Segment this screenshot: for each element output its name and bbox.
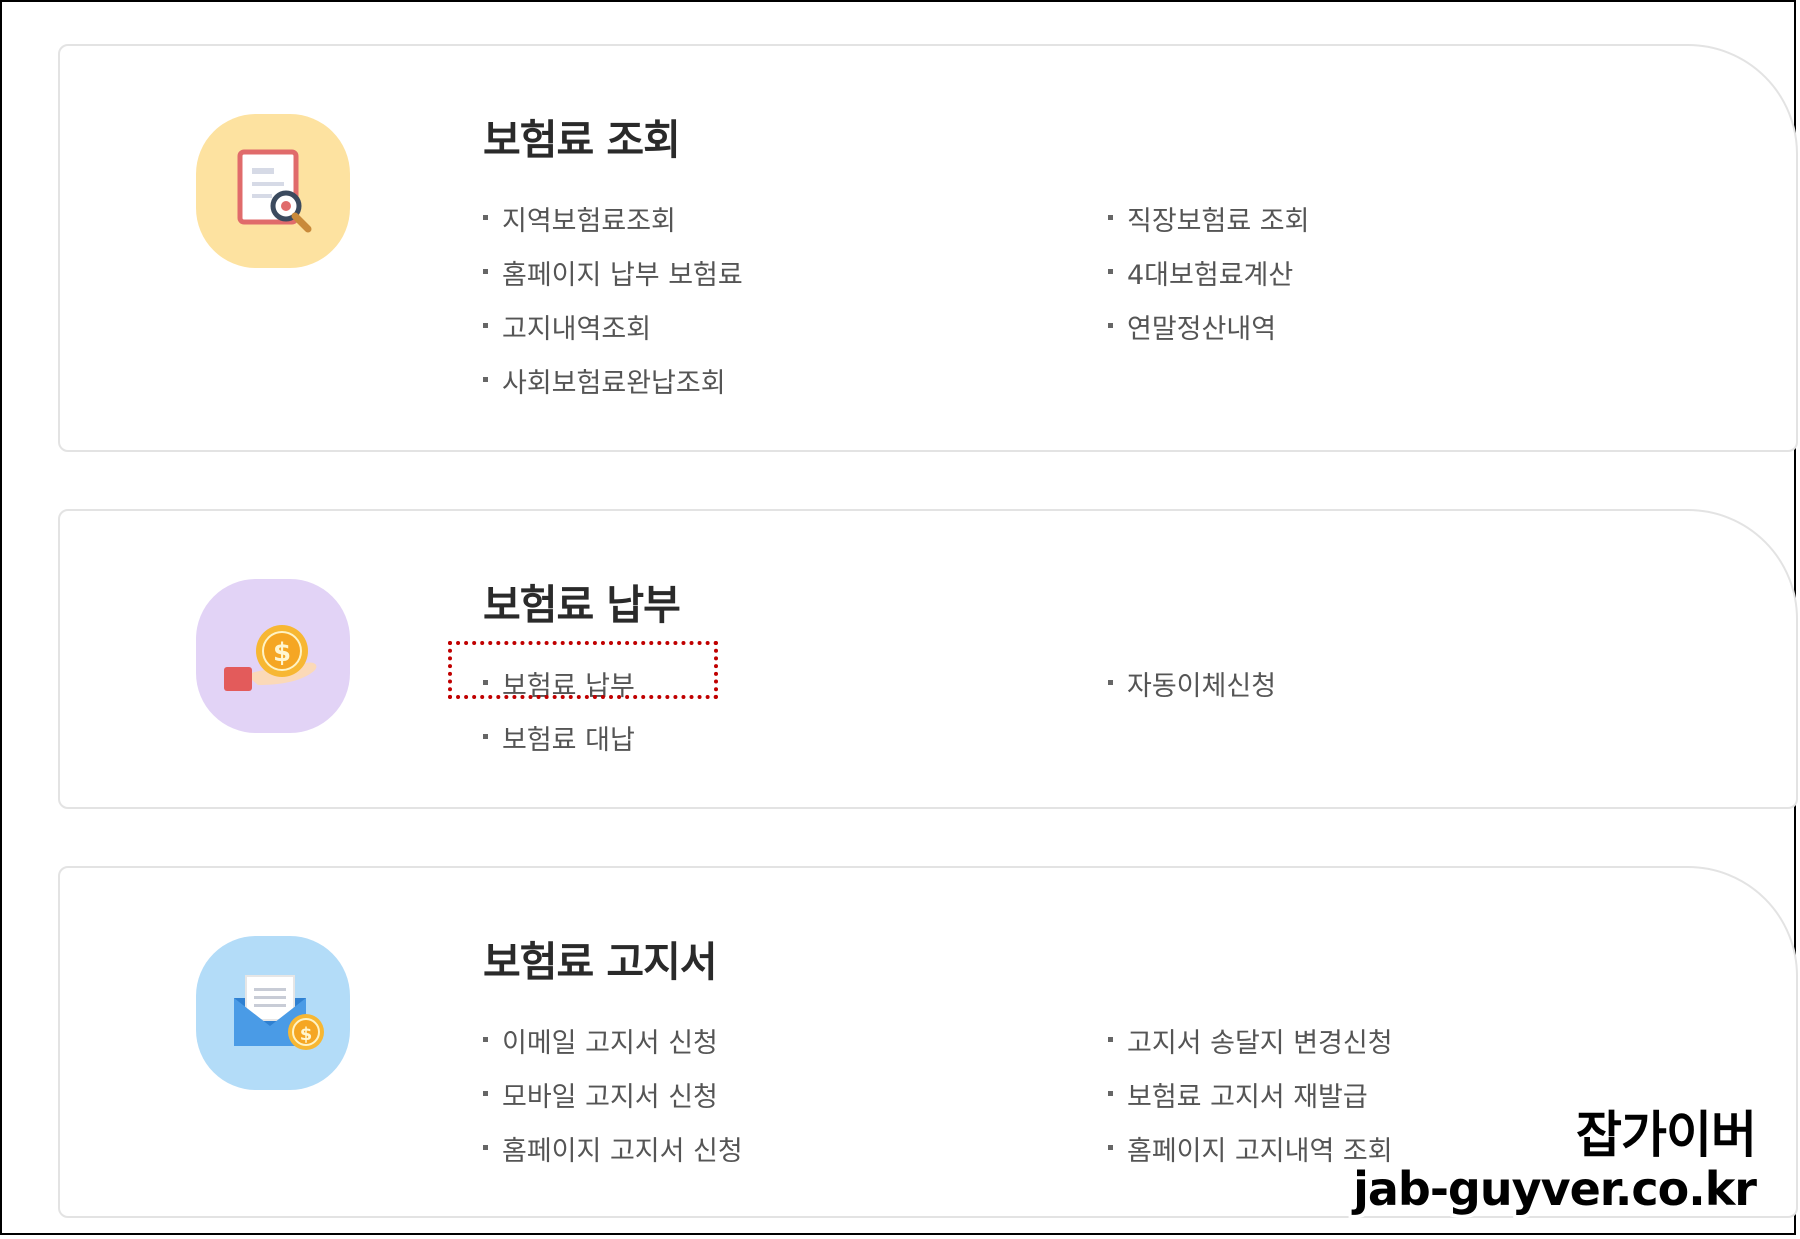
link-regional-premium[interactable]: 지역보험료조회 [483,191,743,245]
bullet-icon [1108,1144,1113,1150]
bullet-icon [1108,1036,1113,1042]
link-mobile-notice[interactable]: 모바일 고지서 신청 [483,1067,743,1121]
document-search-icon [196,114,350,268]
bullet-icon [1108,214,1113,220]
section-title: 보험료 고지서 [483,938,718,986]
svg-text:$: $ [273,638,291,668]
link-year-end-settlement[interactable]: 연말정산내역 [1108,299,1309,353]
right-link-list: 고지서 송달지 변경신청 보험료 고지서 재발급 홈페이지 고지내역 조회 [1108,1013,1393,1175]
link-delivery-address-change[interactable]: 고지서 송달지 변경신청 [1108,1013,1393,1067]
watermark-url: jab-guyver.co.kr [1353,1162,1757,1216]
bullet-icon [483,1144,488,1150]
link-homepage-notice[interactable]: 홈페이지 고지서 신청 [483,1121,743,1175]
section-title: 보험료 조회 [483,116,681,164]
link-notice-reissue[interactable]: 보험료 고지서 재발급 [1108,1067,1393,1121]
bullet-icon [483,214,488,220]
bullet-icon [1108,679,1113,685]
bullet-icon [483,1036,488,1042]
bullet-icon [1108,1090,1113,1096]
link-full-payment-check[interactable]: 사회보험료완납조회 [483,353,743,407]
bullet-icon [483,733,488,739]
link-auto-transfer[interactable]: 자동이체신청 [1108,656,1276,710]
bullet-icon [1108,322,1113,328]
right-link-list: 자동이체신청 [1108,656,1276,710]
watermark-korean: 잡가이버 [1576,1106,1757,1164]
section-premium-payment: $ 보험료 납부 보험료 납부 보험료 대납 자동이체신청 [58,509,1798,809]
section-premium-inquiry: 보험료 조회 지역보험료조회 홈페이지 납부 보험료 고지내역조회 사회보험료완… [58,44,1798,452]
envelope-coin-icon: $ [196,936,350,1090]
left-link-list: 이메일 고지서 신청 모바일 고지서 신청 홈페이지 고지서 신청 [483,1013,743,1175]
bullet-icon [483,376,488,382]
link-four-insurance-calc[interactable]: 4대보험료계산 [1108,245,1309,299]
link-premium-payment[interactable]: 보험료 납부 [483,656,635,710]
section-title: 보험료 납부 [483,581,681,629]
coin-hand-icon: $ [196,579,350,733]
watermark: 잡가이버 jab-guyver.co.kr [1353,1106,1757,1216]
bullet-icon [1108,268,1113,274]
link-workplace-premium[interactable]: 직장보험료 조회 [1108,191,1309,245]
link-proxy-payment[interactable]: 보험료 대납 [483,710,635,764]
left-link-list: 보험료 납부 보험료 대납 [483,656,635,764]
svg-text:$: $ [300,1024,313,1045]
link-homepage-notice-history[interactable]: 홈페이지 고지내역 조회 [1108,1121,1393,1175]
left-link-list: 지역보험료조회 홈페이지 납부 보험료 고지내역조회 사회보험료완납조회 [483,191,743,407]
bullet-icon [483,322,488,328]
link-homepage-paid-premium[interactable]: 홈페이지 납부 보험료 [483,245,743,299]
bullet-icon [483,679,488,685]
right-link-list: 직장보험료 조회 4대보험료계산 연말정산내역 [1108,191,1309,353]
bullet-icon [483,1090,488,1096]
link-email-notice[interactable]: 이메일 고지서 신청 [483,1013,743,1067]
link-notice-history[interactable]: 고지내역조회 [483,299,743,353]
bullet-icon [483,268,488,274]
